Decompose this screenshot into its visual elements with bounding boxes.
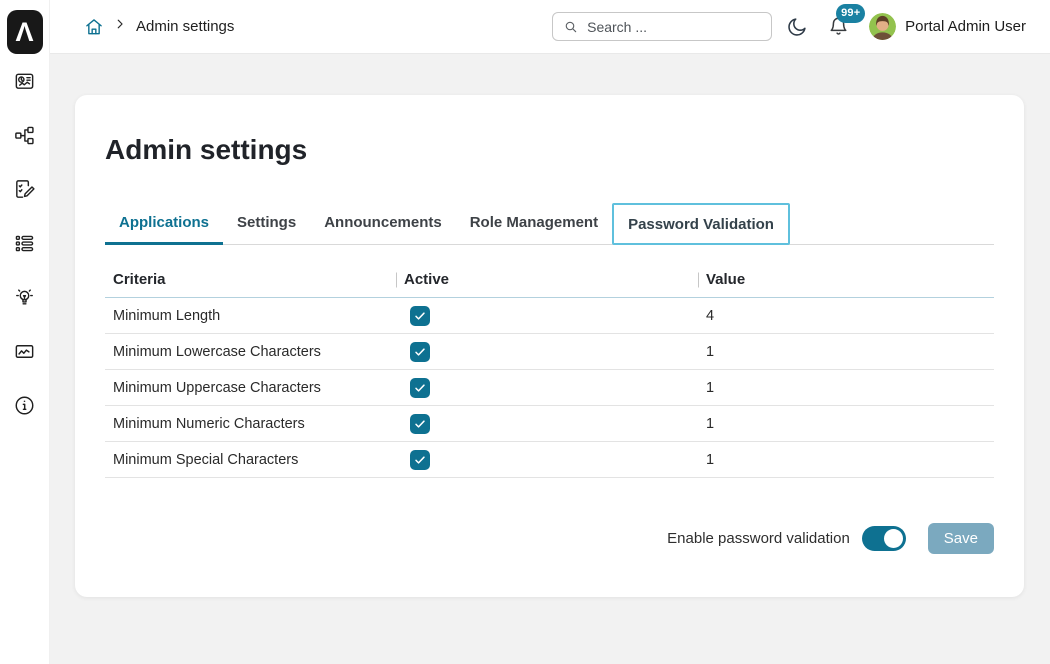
sidebar-item-forms[interactable]: [13, 177, 37, 201]
table-row: Minimum Special Characters 1: [105, 442, 994, 478]
active-checkbox[interactable]: [410, 450, 430, 470]
enable-validation-toggle[interactable]: [862, 526, 906, 551]
active-checkbox[interactable]: [410, 378, 430, 398]
column-header-value: Value: [698, 262, 994, 297]
notification-count-badge: 99+: [836, 4, 865, 23]
table-header-row: Criteria Active Value: [105, 262, 994, 298]
moon-icon: [786, 16, 808, 38]
table-body: Minimum Length4Minimum Lowercase Charact…: [105, 298, 994, 478]
tab-password-validation[interactable]: Password Validation: [612, 203, 790, 245]
sidebar: Λ: [0, 0, 50, 664]
chevron-right-icon: [113, 17, 127, 36]
sidebar-item-reports[interactable]: [13, 69, 37, 93]
save-button[interactable]: Save: [928, 523, 994, 554]
app-logo-glyph: Λ: [15, 17, 33, 48]
criteria-cell: Minimum Uppercase Characters: [105, 370, 396, 405]
criteria-table: Criteria Active Value Minimum Length4Min…: [105, 262, 994, 478]
value-cell: 1: [698, 406, 994, 441]
search-icon: [563, 19, 579, 35]
criteria-cell: Minimum Lowercase Characters: [105, 334, 396, 369]
sidebar-item-analytics[interactable]: [13, 339, 37, 363]
value-cell: 1: [698, 334, 994, 369]
criteria-cell: Minimum Numeric Characters: [105, 406, 396, 441]
table-footer: Enable password validation Save: [105, 523, 994, 554]
report-icon: [13, 70, 36, 93]
table-row: Minimum Uppercase Characters 1: [105, 370, 994, 406]
home-icon: [84, 17, 104, 37]
hierarchy-icon: [13, 124, 36, 147]
criteria-cell: Minimum Special Characters: [105, 442, 396, 477]
main-content: Admin settings ApplicationsSettingsAnnou…: [50, 54, 1050, 664]
dark-mode-toggle-button[interactable]: [786, 16, 808, 38]
tab-announcements[interactable]: Announcements: [310, 203, 456, 245]
avatar[interactable]: [869, 13, 896, 40]
active-cell: [396, 442, 698, 477]
tab-bar: ApplicationsSettingsAnnouncementsRole Ma…: [105, 203, 994, 245]
table-row: Minimum Lowercase Characters 1: [105, 334, 994, 370]
active-checkbox[interactable]: [410, 306, 430, 326]
tab-role-management[interactable]: Role Management: [456, 203, 612, 245]
tab-settings[interactable]: Settings: [223, 203, 310, 245]
active-checkbox[interactable]: [410, 414, 430, 434]
active-cell: [396, 334, 698, 369]
tab-applications[interactable]: Applications: [105, 203, 223, 245]
criteria-cell: Minimum Length: [105, 298, 396, 333]
breadcrumb-current[interactable]: Admin settings: [136, 18, 234, 35]
avatar-image: [869, 13, 896, 40]
idea-icon: [13, 286, 36, 309]
chart-icon: [13, 340, 36, 363]
info-icon: [13, 394, 36, 417]
notifications: 99+: [828, 16, 849, 37]
app-window: Λ: [0, 0, 1050, 664]
active-checkbox[interactable]: [410, 342, 430, 362]
form-edit-icon: [13, 178, 36, 201]
user-name[interactable]: Portal Admin User: [905, 18, 1026, 35]
sidebar-nav: [0, 69, 49, 417]
sidebar-item-ideas[interactable]: [13, 285, 37, 309]
search-input[interactable]: [587, 19, 761, 35]
value-cell: 1: [698, 370, 994, 405]
toggle-knob: [884, 529, 903, 548]
table-row: Minimum Length 4: [105, 298, 994, 334]
table-row: Minimum Numeric Characters 1: [105, 406, 994, 442]
list-icon: [13, 232, 36, 255]
top-bar: Admin settings 99+: [50, 0, 1050, 54]
column-header-active: Active: [396, 262, 698, 297]
active-cell: [396, 406, 698, 441]
value-cell: 4: [698, 298, 994, 333]
app-logo[interactable]: Λ: [7, 10, 43, 54]
page-title: Admin settings: [105, 133, 994, 166]
active-cell: [396, 298, 698, 333]
sidebar-item-info[interactable]: [13, 393, 37, 417]
enable-validation-label: Enable password validation: [667, 530, 850, 547]
active-cell: [396, 370, 698, 405]
sidebar-item-hierarchy[interactable]: [13, 123, 37, 147]
column-header-criteria: Criteria: [105, 262, 396, 297]
search-box: [552, 12, 772, 41]
admin-settings-card: Admin settings ApplicationsSettingsAnnou…: [75, 95, 1024, 597]
sidebar-item-list[interactable]: [13, 231, 37, 255]
value-cell: 1: [698, 442, 994, 477]
home-button[interactable]: [84, 17, 104, 37]
breadcrumb: Admin settings: [84, 17, 234, 37]
